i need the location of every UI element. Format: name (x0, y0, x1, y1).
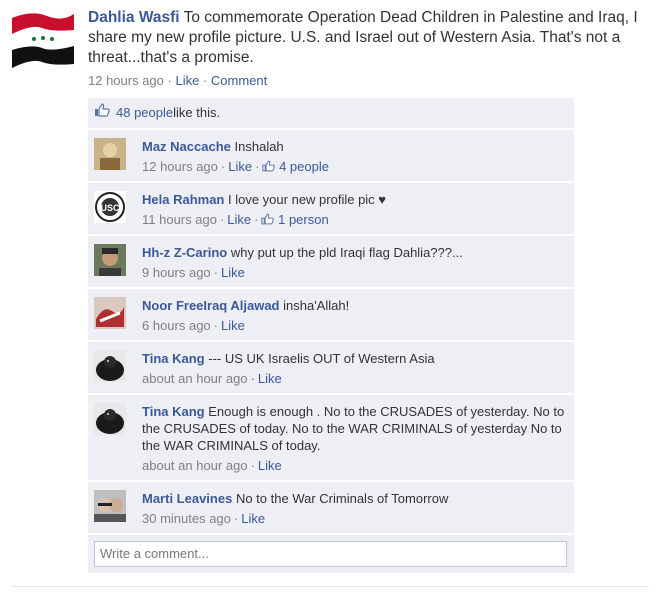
commenter-name[interactable]: Noor FreeIraq Aljawad (142, 298, 280, 313)
commenter-name[interactable]: Hh-z Z-Carino (142, 245, 227, 260)
write-comment-input[interactable]: Write a comment... (94, 541, 567, 567)
thumbs-up-icon (261, 212, 275, 227)
commenter-avatar[interactable] (94, 350, 126, 382)
comment-item: Hh-z Z-Carino why put up the pld Iraqi f… (88, 236, 574, 287)
comments-section: 48 people like this. Maz Naccache Inshal… (88, 98, 574, 573)
comment-text: No to the War Criminals of Tomorrow (235, 491, 449, 506)
comment-item: Tina Kang --- US UK Israelis OUT of West… (88, 342, 574, 393)
comment-time[interactable]: 11 hours ago (142, 212, 217, 227)
post-author-name[interactable]: Dahlia Wasfi (88, 9, 180, 26)
divider (12, 586, 649, 587)
commenter-name[interactable]: Tina Kang (142, 404, 205, 419)
comment-like-link[interactable]: Like (228, 159, 252, 174)
commenter-avatar[interactable] (94, 403, 126, 435)
thumbs-up-icon (94, 98, 110, 128)
comment-text: I love your new profile pic ♥ (228, 192, 387, 207)
comment-time[interactable]: about an hour ago (142, 458, 248, 473)
commenter-name[interactable]: Tina Kang (142, 351, 205, 366)
comment-item: Tina Kang Enough is enough . No to the C… (88, 395, 574, 480)
write-comment-row: Write a comment... (88, 535, 574, 573)
commenter-avatar[interactable] (94, 297, 126, 329)
commenter-name[interactable]: Maz Naccache (142, 139, 231, 154)
comment-time[interactable]: 30 minutes ago (142, 511, 231, 526)
post-like-link[interactable]: Like (175, 73, 199, 88)
thumbs-up-icon (262, 159, 276, 174)
comment-like-link[interactable]: Like (227, 212, 251, 227)
commenter-avatar[interactable] (94, 138, 126, 170)
comment-time[interactable]: about an hour ago (142, 371, 248, 386)
comment-like-link[interactable]: Like (258, 371, 282, 386)
comment-time[interactable]: 6 hours ago (142, 318, 211, 333)
comment-likes-count[interactable]: 4 people (262, 159, 329, 174)
comment-text: insha'Allah! (283, 298, 350, 313)
post-author-avatar[interactable] (12, 8, 74, 70)
comment-item: USC Hela Rahman I love your new profile … (88, 183, 574, 234)
post-body: Dahlia Wasfi To commemorate Operation De… (88, 8, 648, 90)
commenter-name[interactable]: Hela Rahman (142, 192, 224, 207)
iraqi-flag-avatar (12, 8, 74, 70)
comment-text: Enough is enough . No to the CRUSADES of… (142, 404, 565, 453)
likes-count-link[interactable]: 48 people (116, 98, 173, 128)
comment-item: Maz Naccache Inshalah 12 hours ago · Like ·… (88, 130, 574, 181)
commenter-avatar[interactable] (94, 244, 126, 276)
comment-time[interactable]: 9 hours ago (142, 265, 211, 280)
comment-text: --- US UK Israelis OUT of Western Asia (208, 351, 435, 366)
comment-like-link[interactable]: Like (241, 511, 265, 526)
comment-item: Noor FreeIraq Aljawad insha'Allah! 6 hou… (88, 289, 574, 340)
comment-time[interactable]: 12 hours ago (142, 159, 218, 174)
comment-like-link[interactable]: Like (258, 458, 282, 473)
commenter-name[interactable]: Marti Leavines (142, 491, 232, 506)
usc-logo-text: USC (100, 203, 120, 213)
comment-like-link[interactable]: Like (221, 265, 245, 280)
post-meta: 12 hours ago · Like · Comment (88, 73, 268, 88)
commenter-avatar[interactable]: USC (94, 191, 126, 223)
post-time[interactable]: 12 hours ago (88, 73, 164, 88)
comment-text: why put up the pld Iraqi flag Dahlia???.… (230, 245, 463, 260)
commenter-avatar[interactable] (94, 490, 126, 522)
comment-likes-count[interactable]: 1 person (261, 212, 329, 227)
comment-like-link[interactable]: Like (221, 318, 245, 333)
comment-text: Inshalah (234, 139, 284, 154)
comment-item: Marti Leavines No to the War Criminals o… (88, 482, 574, 533)
likes-summary: 48 people like this. (88, 98, 574, 128)
post-comment-link[interactable]: Comment (211, 73, 267, 88)
